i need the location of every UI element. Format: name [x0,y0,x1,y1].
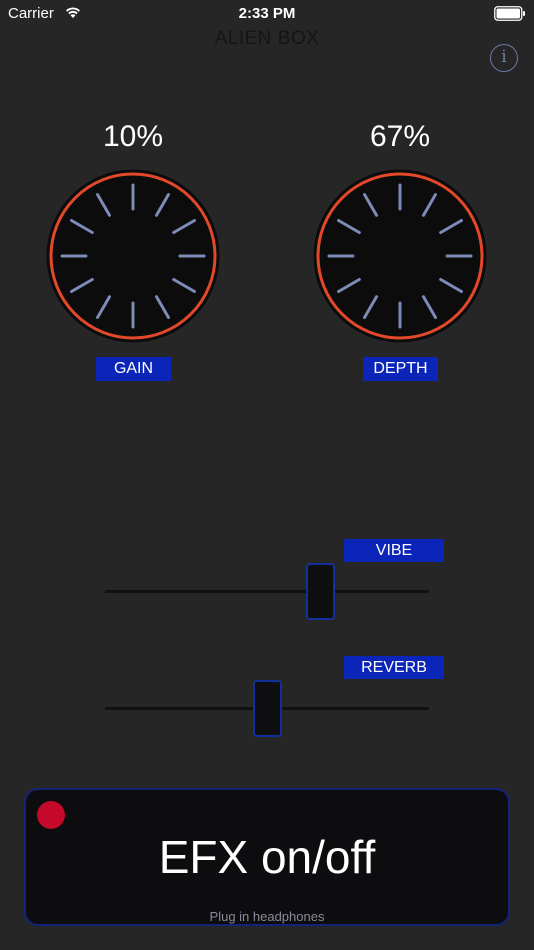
info-icon: i [501,47,507,67]
depth-value: 67% [369,120,431,153]
vibe-label: VIBE [344,539,444,562]
gain-value: 10% [102,120,164,153]
status-time: 2:33 PM [238,5,296,22]
battery-icon [494,6,525,21]
depth-knob[interactable] [312,168,488,344]
gain-knob[interactable] [45,168,221,344]
status-bar: Carrier 2:33 PM [0,0,534,30]
headphones-hint: Plug in headphones [209,909,325,924]
vibe-slider-track[interactable] [105,590,429,593]
vibe-slider-thumb[interactable] [305,563,335,620]
reverb-label: REVERB [344,656,444,679]
info-button[interactable]: i [490,44,518,72]
efx-toggle-button[interactable]: EFX on/off Plug in headphones [24,788,510,926]
efx-label: EFX on/off [158,831,376,883]
app-title: ALIEN BOX [214,28,320,49]
gain-label: GAIN [96,357,171,381]
depth-label: DEPTH [363,357,438,381]
reverb-slider-thumb[interactable] [252,680,282,737]
record-indicator [37,801,65,829]
